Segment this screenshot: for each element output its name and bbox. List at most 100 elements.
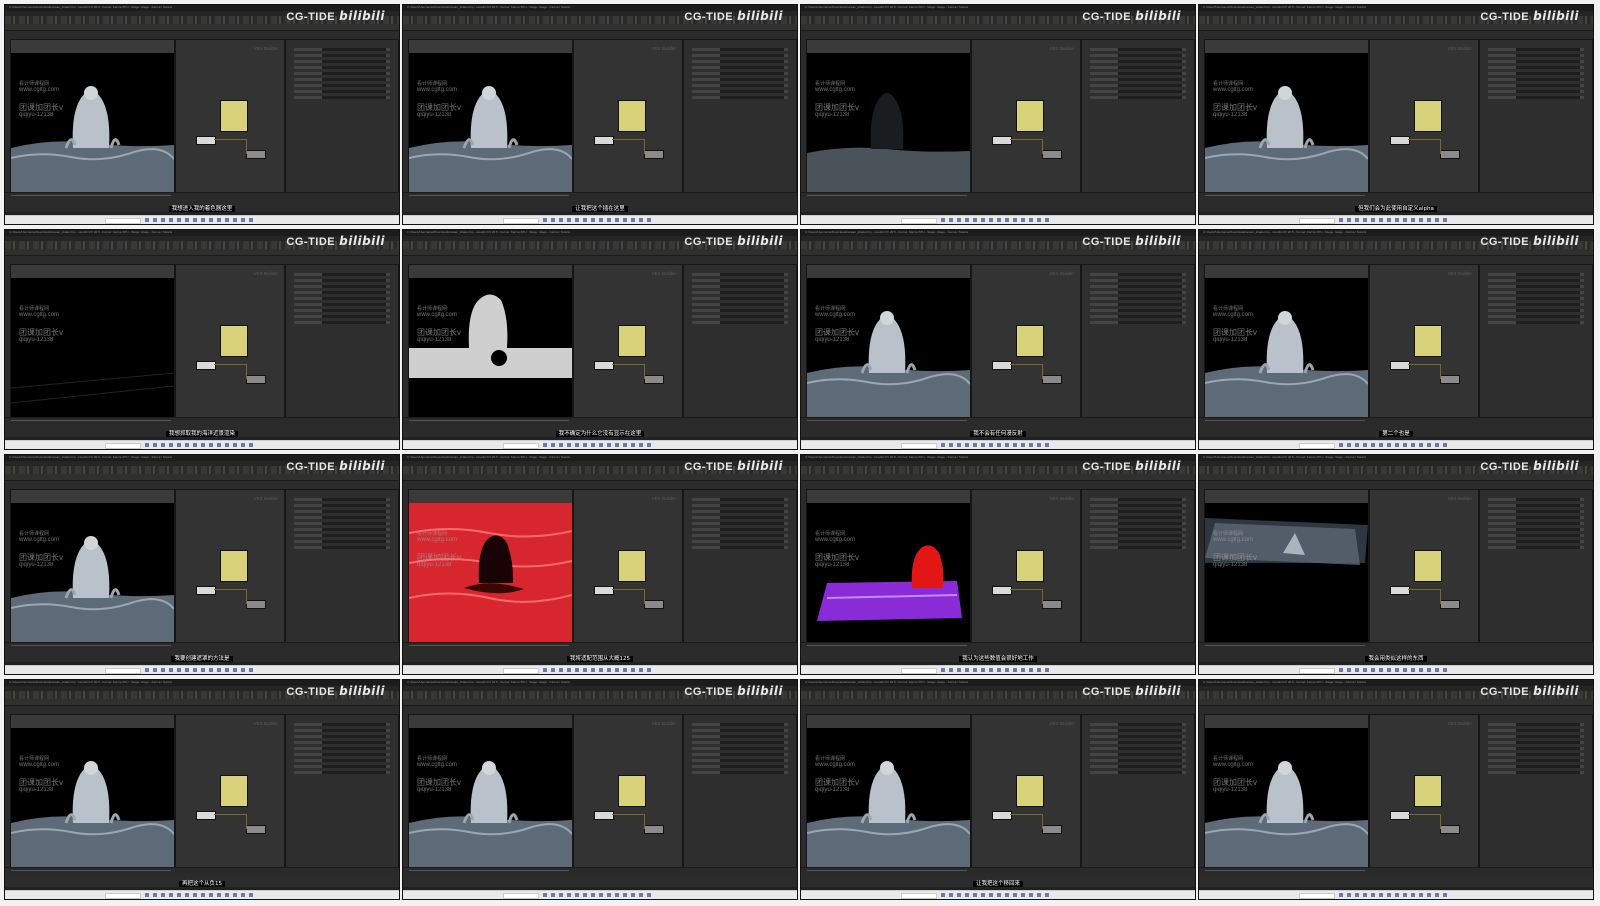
parameter-field[interactable] [720,498,784,501]
parameter-editor[interactable] [285,489,399,643]
parameter-row[interactable] [1488,741,1584,744]
video-thumbnail[interactable]: C:/Users/Username/Downloads/ocean_shader… [800,229,1196,450]
parameter-row[interactable] [1488,297,1584,300]
parameter-field[interactable] [322,534,386,537]
taskbar-app-icons[interactable] [145,893,255,897]
parameter-field[interactable] [1516,321,1580,324]
network-node[interactable] [992,361,1012,370]
parameter-row[interactable] [294,291,390,294]
parameter-field[interactable] [720,66,784,69]
taskbar-search[interactable] [105,218,141,224]
parameter-row[interactable] [1090,285,1186,288]
parameter-row[interactable] [692,540,788,543]
video-thumbnail[interactable]: C:/Users/Username/Downloads/ocean_shader… [4,4,400,225]
timeline-slider[interactable] [11,195,171,196]
parameter-field[interactable] [322,309,386,312]
network-node[interactable] [1390,136,1410,145]
parameter-field[interactable] [720,771,784,774]
timeline-slider[interactable] [1205,195,1365,196]
parameter-row[interactable] [692,48,788,51]
parameter-field[interactable] [322,66,386,69]
parameter-row[interactable] [692,84,788,87]
parameter-field[interactable] [720,90,784,93]
parameter-field[interactable] [720,516,784,519]
parameter-row[interactable] [294,309,390,312]
parameter-row[interactable] [1488,546,1584,549]
parameter-field[interactable] [1118,78,1182,81]
parameter-row[interactable] [692,72,788,75]
parameter-row[interactable] [1090,303,1186,306]
pane-tabs[interactable] [801,249,1195,256]
taskbar-app-icons[interactable] [543,218,653,222]
parameter-field[interactable] [1118,534,1182,537]
shader-node[interactable] [1414,100,1442,132]
viewport-toolbar[interactable] [409,265,572,278]
parameter-row[interactable] [1488,279,1584,282]
parameter-field[interactable] [322,48,386,51]
parameter-field[interactable] [720,759,784,762]
parameter-field[interactable] [720,735,784,738]
os-taskbar[interactable] [1199,215,1593,224]
network-editor[interactable]: VEX Builder [573,264,683,418]
parameter-row[interactable] [294,729,390,732]
parameter-field[interactable] [322,759,386,762]
network-editor[interactable]: VEX Builder [971,264,1081,418]
scene-viewport[interactable]: 看计师课程网 www.cgltg.com 团课加团长v qiqiyu-12138 [806,264,971,418]
network-editor[interactable]: VEX Builder [175,489,285,643]
parameter-field[interactable] [1516,315,1580,318]
viewport-toolbar[interactable] [1205,490,1368,503]
parameter-row[interactable] [1488,771,1584,774]
parameter-row[interactable] [692,741,788,744]
parameter-field[interactable] [720,504,784,507]
parameter-field[interactable] [720,297,784,300]
parameter-editor[interactable] [1479,264,1593,418]
shader-node[interactable] [618,100,646,132]
parameter-row[interactable] [1488,534,1584,537]
os-taskbar[interactable] [403,665,797,674]
parameter-row[interactable] [1488,765,1584,768]
parameter-row[interactable] [692,315,788,318]
parameter-row[interactable] [1090,504,1186,507]
parameter-row[interactable] [294,297,390,300]
parameter-row[interactable] [692,303,788,306]
network-node[interactable] [1042,600,1062,609]
parameter-field[interactable] [322,291,386,294]
os-taskbar[interactable] [1199,890,1593,899]
parameter-row[interactable] [1488,759,1584,762]
os-taskbar[interactable] [403,215,797,224]
parameter-row[interactable] [1090,729,1186,732]
parameter-field[interactable] [720,78,784,81]
parameter-row[interactable] [1488,285,1584,288]
pane-tabs[interactable] [1199,699,1593,706]
parameter-row[interactable] [1090,48,1186,51]
parameter-row[interactable] [1488,735,1584,738]
taskbar-app-icons[interactable] [145,668,255,672]
network-editor[interactable]: VEX Builder [175,39,285,193]
parameter-row[interactable] [1488,291,1584,294]
parameter-row[interactable] [692,765,788,768]
parameter-field[interactable] [720,753,784,756]
parameter-editor[interactable] [683,489,797,643]
taskbar-app-icons[interactable] [543,668,653,672]
network-node[interactable] [1390,586,1410,595]
parameter-row[interactable] [1090,96,1186,99]
timeline-slider[interactable] [409,870,569,871]
taskbar-search[interactable] [1299,218,1335,224]
parameter-field[interactable] [322,504,386,507]
parameter-field[interactable] [1516,72,1580,75]
viewport-toolbar[interactable] [807,715,970,728]
parameter-field[interactable] [720,321,784,324]
parameter-row[interactable] [1488,54,1584,57]
parameter-field[interactable] [1118,504,1182,507]
parameter-row[interactable] [1488,315,1584,318]
taskbar-search[interactable] [105,893,141,899]
shader-node[interactable] [1016,325,1044,357]
parameter-field[interactable] [1118,771,1182,774]
scene-viewport[interactable]: 看计师课程网 www.cgltg.com 团课加团长v qiqiyu-12138 [1204,39,1369,193]
timeline-slider[interactable] [1205,870,1365,871]
scene-viewport[interactable]: 看计师课程网 www.cgltg.com 团课加团长v qiqiyu-12138 [1204,264,1369,418]
parameter-field[interactable] [720,48,784,51]
parameter-editor[interactable] [1479,39,1593,193]
render-view[interactable] [11,53,174,192]
parameter-field[interactable] [1516,78,1580,81]
